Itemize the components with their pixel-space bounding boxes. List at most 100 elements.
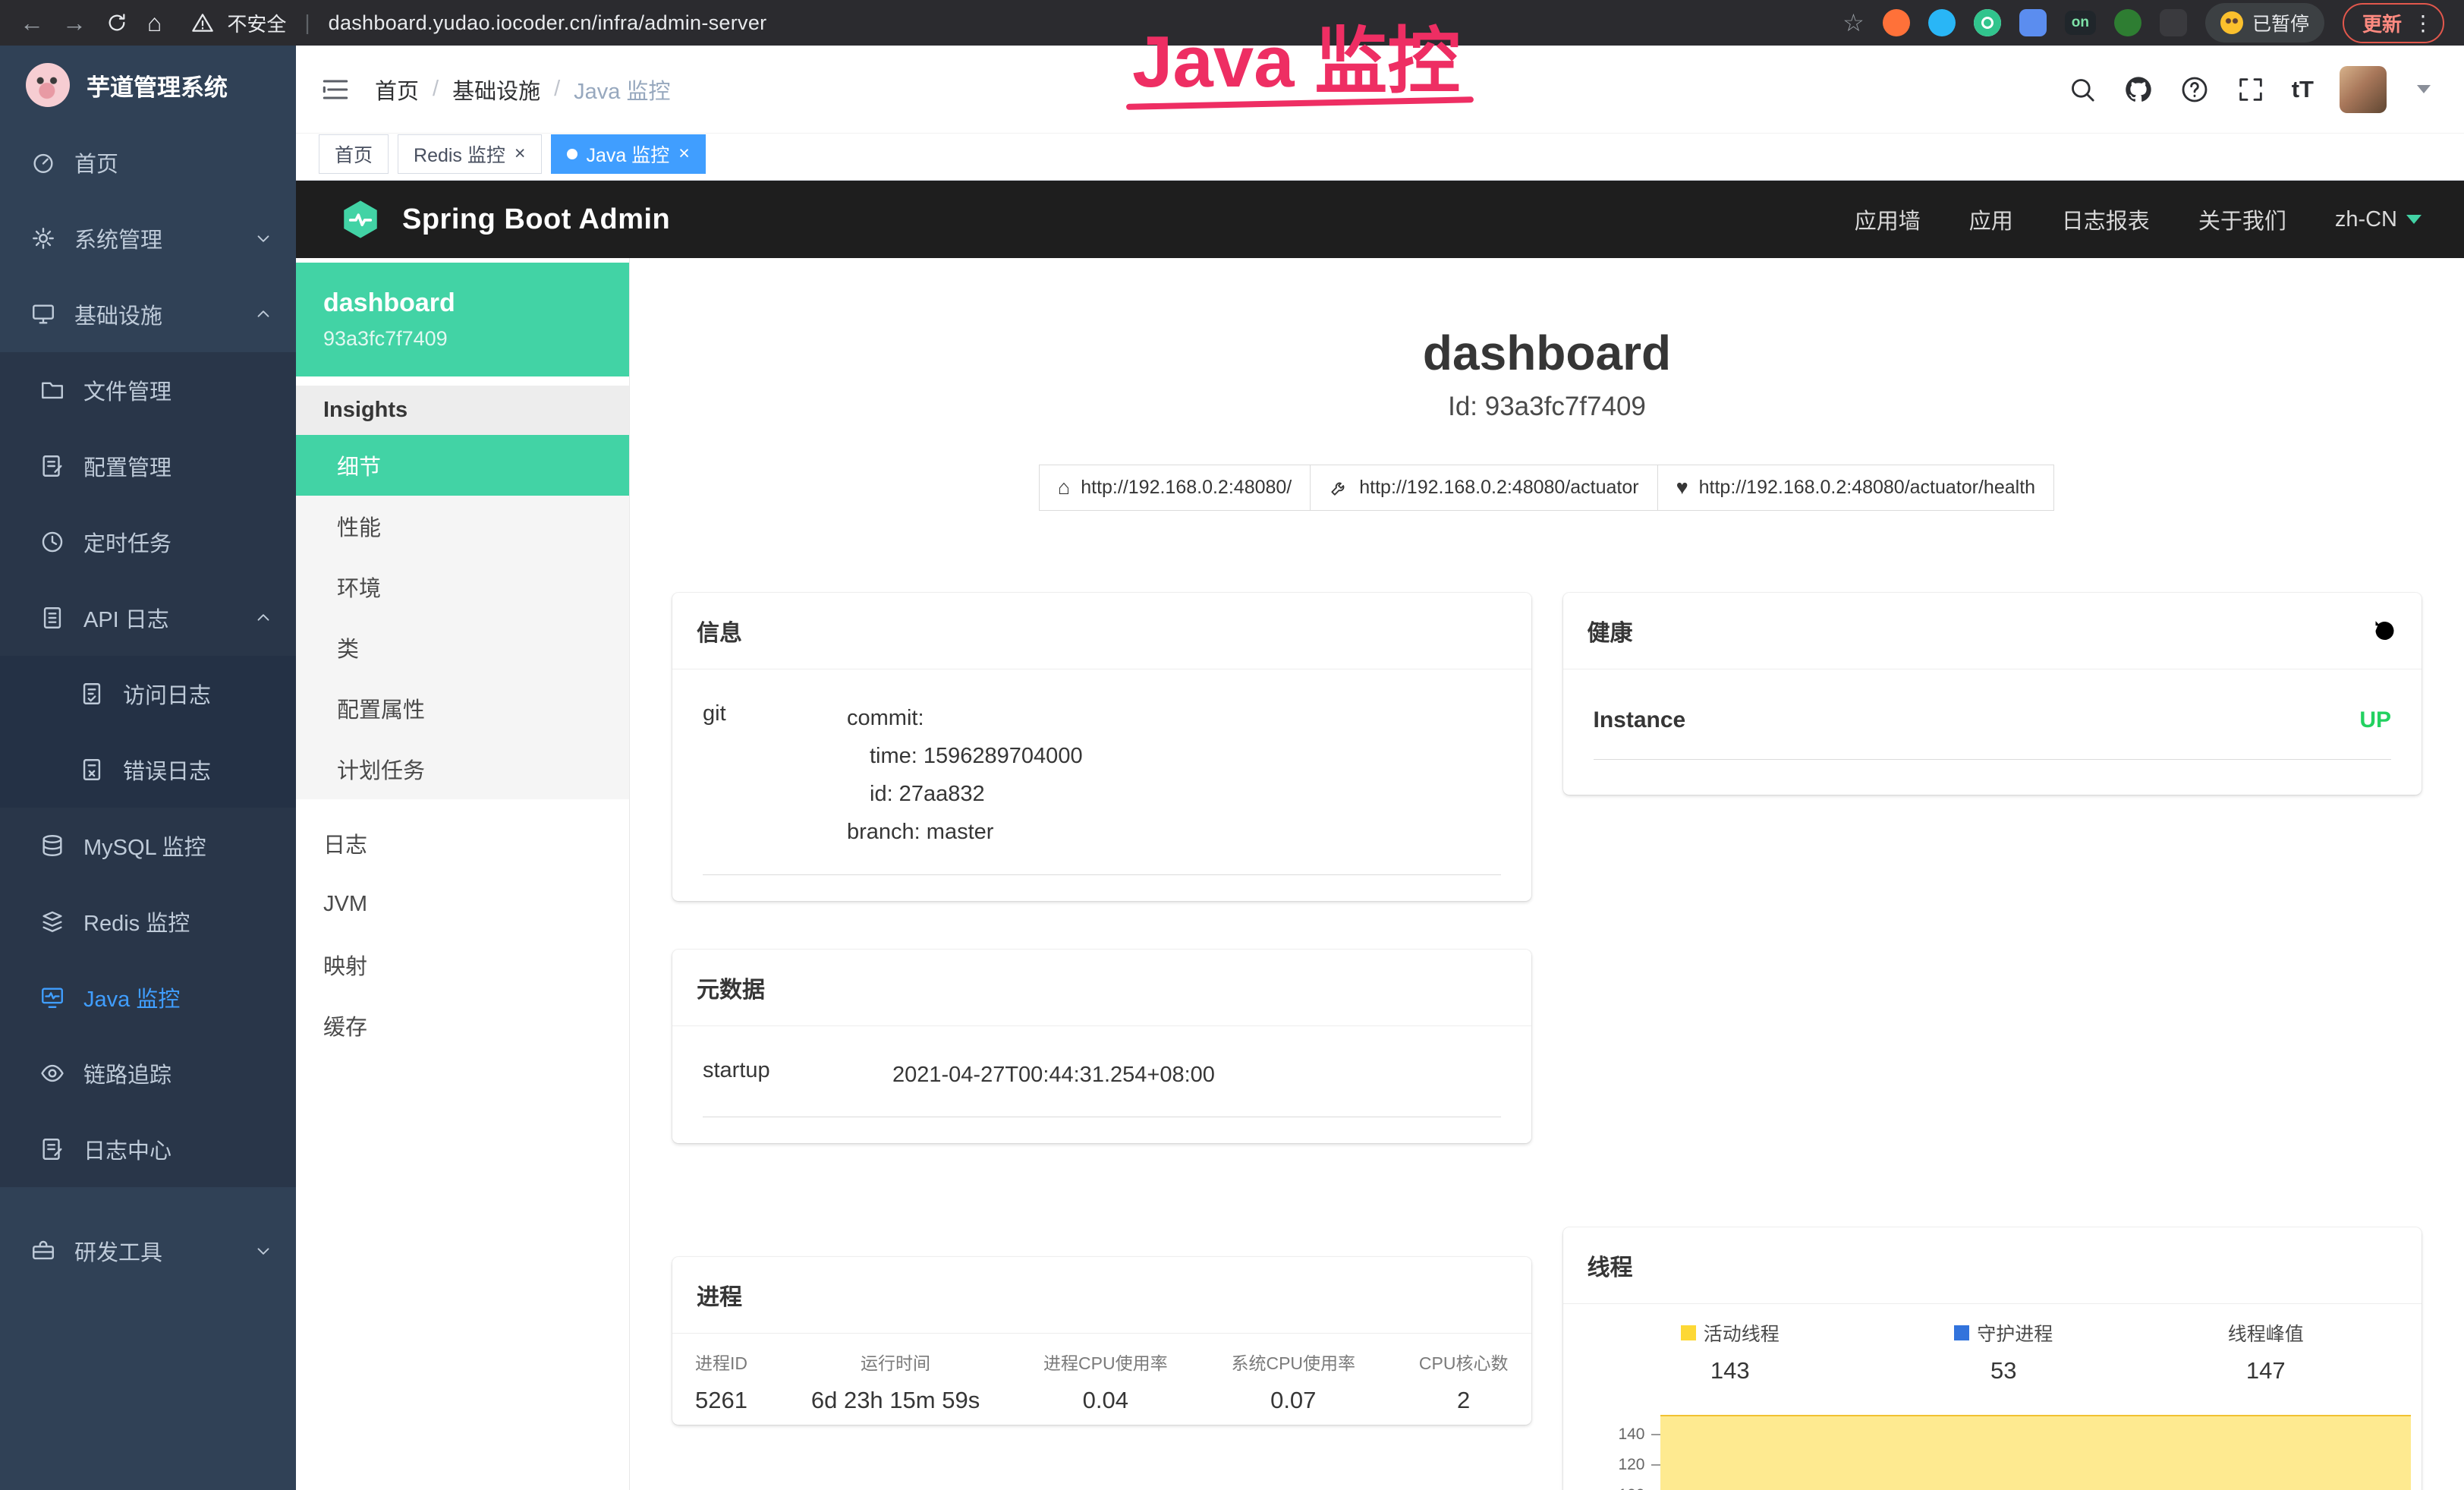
nav-applications-wall[interactable]: 应用墙 <box>1855 203 1921 235</box>
legend-value: 53 <box>1954 1357 2053 1384</box>
admin-brand[interactable]: 芋道管理系统 <box>0 46 296 124</box>
extension-icon[interactable] <box>1928 9 1956 36</box>
sidebar-item-api-logs[interactable]: API 日志 <box>0 580 296 656</box>
breadcrumb-separator: / <box>433 77 439 102</box>
close-icon[interactable]: × <box>678 143 690 165</box>
sidebar-item-label: 系统管理 <box>74 222 162 254</box>
breadcrumb-separator: / <box>554 77 560 102</box>
sba-sidebar: dashboard 93a3fc7f7409 Insights 细节 性能 环境… <box>296 258 630 1490</box>
extension-icon[interactable] <box>1974 9 2001 36</box>
y-tick-label: 100 <box>1618 1486 1644 1490</box>
legend-color-swatch <box>1681 1325 1696 1340</box>
tab-java-monitor[interactable]: Java 监控 × <box>551 134 706 174</box>
sba-item-jvm[interactable]: JVM <box>296 874 629 934</box>
process-stats: 进程ID 5261 运行时间 6d 23h 15m 59s 进程CPU使用率 0… <box>672 1334 1531 1425</box>
sba-brand-title[interactable]: Spring Boot Admin <box>402 203 670 236</box>
sidebar-item-mysql-monitor[interactable]: MySQL 监控 <box>0 808 296 884</box>
breadcrumb-item-infrastructure[interactable]: 基础设施 <box>452 74 540 106</box>
sidebar-item-home[interactable]: 首页 <box>0 124 296 200</box>
paused-extension-badge[interactable]: 已暂停 <box>2205 3 2324 43</box>
sidebar-collapse-icon[interactable] <box>319 73 352 106</box>
stat-value: 5261 <box>695 1387 747 1414</box>
sba-item-metrics[interactable]: 性能 <box>296 496 629 556</box>
sba-navbar: Spring Boot Admin 应用墙 应用 日志报表 关于我们 zh-CN <box>296 181 2464 258</box>
info-card-title: 信息 <box>697 614 742 647</box>
sidebar-item-system-management[interactable]: 系统管理 <box>0 200 296 276</box>
sidebar-item-config-management[interactable]: 配置管理 <box>0 428 296 504</box>
wrench-icon <box>1329 478 1348 498</box>
browser-update-button[interactable]: 更新 ⋮ <box>2343 3 2444 43</box>
sidebar-item-label: 错误日志 <box>123 754 211 786</box>
actuator-url-link[interactable]: http://192.168.0.2:48080/actuator <box>1310 465 1657 511</box>
sidebar-item-file-management[interactable]: 文件管理 <box>0 352 296 428</box>
sba-item-details[interactable]: 细节 <box>296 435 629 496</box>
sba-item-classes[interactable]: 类 <box>296 617 629 678</box>
extension-icon[interactable] <box>2160 9 2187 36</box>
close-icon[interactable]: × <box>515 143 526 165</box>
sidebar-item-redis-monitor[interactable]: Redis 监控 <box>0 884 296 959</box>
sba-selected-app[interactable]: dashboard 93a3fc7f7409 <box>296 263 629 376</box>
sidebar-item-error-logs[interactable]: 错误日志 <box>0 732 296 808</box>
home-icon[interactable]: ⌂ <box>147 11 162 35</box>
breadcrumb-item-java-monitor: Java 监控 <box>574 74 670 106</box>
extension-icon[interactable] <box>2114 9 2141 36</box>
locale-select[interactable]: zh-CN <box>2335 207 2422 232</box>
java-monitor-icon <box>39 984 65 1010</box>
sba-item-mappings[interactable]: 映射 <box>296 934 629 995</box>
nav-journal[interactable]: 日志报表 <box>2062 203 2150 235</box>
legend-label: 线程峰值 <box>2228 1319 2304 1347</box>
tab-home[interactable]: 首页 <box>319 134 389 174</box>
sidebar-item-dev-tools[interactable]: 研发工具 <box>0 1213 296 1289</box>
sidebar-item-tracing[interactable]: 链路追踪 <box>0 1035 296 1111</box>
help-icon[interactable] <box>2179 74 2210 105</box>
extension-on-badge[interactable]: on <box>2065 11 2096 35</box>
extension-icon[interactable] <box>2019 9 2047 36</box>
fullscreen-icon[interactable] <box>2236 74 2266 105</box>
avatar-caret-icon[interactable] <box>2417 85 2431 93</box>
sba-item-scheduled-tasks[interactable]: 计划任务 <box>296 739 629 799</box>
threads-legend: 活动线程 143 守护进程 53 <box>1563 1304 2422 1384</box>
sidebar-item-log-center[interactable]: 日志中心 <box>0 1111 296 1187</box>
github-icon[interactable] <box>2123 74 2154 105</box>
actuator-url: http://192.168.0.2:48080/actuator <box>1359 477 1638 499</box>
back-icon[interactable]: ← <box>20 11 44 35</box>
sba-item-config-props[interactable]: 配置属性 <box>296 678 629 739</box>
font-size-icon[interactable]: tT <box>2292 76 2314 103</box>
sidebar-item-java-monitor[interactable]: Java 监控 <box>0 959 296 1035</box>
service-url-link[interactable]: ⌂ http://192.168.0.2:48080/ <box>1039 465 1311 511</box>
sba-main: dashboard Id: 93a3fc7f7409 ⌂ http://192.… <box>630 258 2464 1490</box>
sidebar-item-infrastructure[interactable]: 基础设施 <box>0 276 296 352</box>
sidebar-item-label: 链路追踪 <box>83 1057 172 1089</box>
info-card: 信息 git commit: time: 1596289704000 id: 2… <box>672 593 1531 901</box>
sba-section-insights[interactable]: Insights <box>296 386 629 435</box>
forward-icon[interactable]: → <box>62 11 87 35</box>
screen: ← → ⌂ 不安全 | dashboard.yudao.iocoder.cn/i… <box>0 0 2464 1490</box>
user-avatar[interactable] <box>2340 66 2387 113</box>
legend-color-swatch <box>1954 1325 1969 1340</box>
sba-item-logs[interactable]: 日志 <box>296 813 629 874</box>
annotation-text: Java 监控 <box>1132 21 1460 102</box>
app-id-subtitle: Id: 93a3fc7f7409 <box>672 392 2422 422</box>
search-icon[interactable] <box>2067 74 2097 105</box>
sidebar-item-scheduled-tasks[interactable]: 定时任务 <box>0 504 296 580</box>
refresh-icon[interactable] <box>105 11 129 35</box>
nav-about[interactable]: 关于我们 <box>2198 203 2286 235</box>
stat-label: 进程CPU使用率 <box>1043 1349 1168 1375</box>
chevron-up-icon <box>253 304 273 324</box>
sba-item-caches[interactable]: 缓存 <box>296 995 629 1056</box>
browser-menu-icon[interactable]: ⋮ <box>2412 11 2434 36</box>
security-label[interactable]: 不安全 <box>227 9 286 37</box>
tab-redis-monitor[interactable]: Redis 监控 × <box>398 134 541 174</box>
sidebar-item-label: Redis 监控 <box>83 906 190 937</box>
sidebar-item-label: 定时任务 <box>83 526 172 558</box>
redis-icon <box>39 909 65 934</box>
sidebar-item-access-logs[interactable]: 访问日志 <box>0 656 296 732</box>
history-icon[interactable] <box>2370 617 2397 644</box>
sba-item-environment[interactable]: 环境 <box>296 556 629 617</box>
extension-icon[interactable] <box>1883 9 1910 36</box>
breadcrumb-item-home[interactable]: 首页 <box>375 74 419 106</box>
nav-applications[interactable]: 应用 <box>1969 203 2013 235</box>
bookmark-star-icon[interactable]: ☆ <box>1842 11 1865 35</box>
address-bar[interactable]: 不安全 | dashboard.yudao.iocoder.cn/infra/a… <box>190 9 766 37</box>
health-url-link[interactable]: ♥ http://192.168.0.2:48080/actuator/heal… <box>1657 465 2054 511</box>
